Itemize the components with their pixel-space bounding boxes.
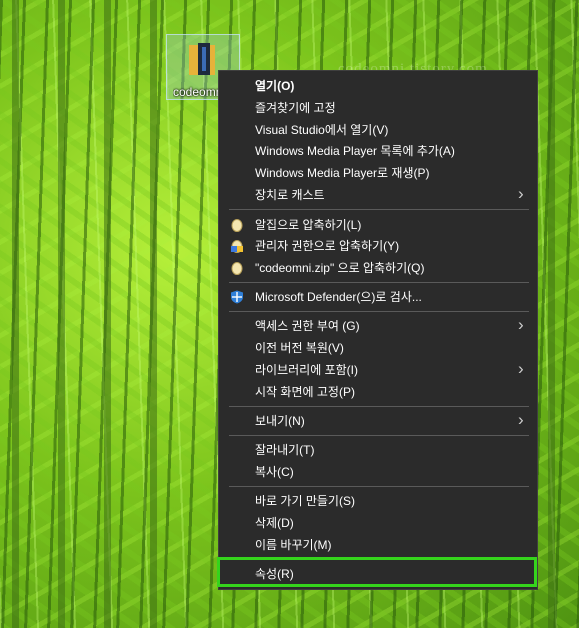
menu-item-label: 바로 가기 만들기(S) — [255, 494, 355, 508]
menu-item-label: Microsoft Defender(으)로 검사... — [255, 290, 422, 304]
chevron-right-icon: › — [518, 184, 524, 203]
menu-item-give-access[interactable]: 액세스 권한 부여 (G) › — [219, 315, 537, 337]
alzip-egg-icon — [231, 262, 243, 275]
menu-item-include-library[interactable]: 라이브러리에 포함(I) › — [219, 359, 537, 381]
bamboo-stalk — [548, 0, 555, 628]
bamboo-stalk — [150, 0, 157, 628]
menu-item-open-visual-studio[interactable]: Visual Studio에서 열기(V) — [219, 119, 537, 141]
menu-separator — [229, 406, 529, 407]
menu-item-cut[interactable]: 잘라내기(T) — [219, 439, 537, 461]
menu-item-label: 액세스 권한 부여 (G) — [255, 319, 360, 333]
menu-item-label: 시작 화면에 고정(P) — [255, 385, 355, 399]
chevron-right-icon: › — [518, 359, 524, 378]
menu-item-label: 복사(C) — [255, 465, 294, 479]
bamboo-stalk — [58, 0, 65, 628]
menu-item-label: 삭제(D) — [255, 516, 294, 530]
menu-item-label: 관리자 권한으로 압축하기(Y) — [255, 239, 400, 253]
defender-shield-icon — [231, 290, 243, 304]
menu-item-alzip-compress[interactable]: 알집으로 압축하기(L) — [219, 214, 537, 236]
menu-item-create-shortcut[interactable]: 바로 가기 만들기(S) — [219, 490, 537, 512]
alzip-admin-icon — [231, 240, 243, 253]
menu-item-label: 보내기(N) — [255, 414, 305, 428]
menu-item-defender-scan[interactable]: Microsoft Defender(으)로 검사... — [219, 286, 537, 308]
folder-zip-icon — [189, 43, 215, 75]
menu-item-restore-previous[interactable]: 이전 버전 복원(V) — [219, 337, 537, 359]
menu-item-label: 이전 버전 복원(V) — [255, 341, 344, 355]
menu-item-rename[interactable]: 이름 바꾸기(M) — [219, 534, 537, 556]
menu-item-cast-to-device[interactable]: 장치로 캐스트 › — [219, 184, 537, 206]
menu-separator — [229, 435, 529, 436]
menu-item-delete[interactable]: 삭제(D) — [219, 512, 537, 534]
menu-item-label: 알집으로 압축하기(L) — [255, 218, 362, 232]
menu-item-label: 이름 바꾸기(M) — [255, 538, 332, 552]
menu-item-label: "codeomni.zip" 으로 압축하기(Q) — [255, 261, 425, 275]
menu-separator — [229, 311, 529, 312]
menu-item-open[interactable]: 열기(O) — [219, 75, 537, 97]
chevron-right-icon: › — [518, 315, 524, 334]
menu-item-label: 라이브러리에 포함(I) — [255, 363, 358, 377]
menu-item-play-wmp[interactable]: Windows Media Player로 재생(P) — [219, 162, 537, 184]
context-menu: 열기(O) 즐겨찾기에 고정 Visual Studio에서 열기(V) Win… — [218, 70, 538, 590]
bamboo-stalk — [104, 0, 111, 628]
menu-item-send-to[interactable]: 보내기(N) › — [219, 410, 537, 432]
menu-item-label: 즐겨찾기에 고정 — [255, 101, 336, 115]
bamboo-stalk — [12, 0, 19, 628]
menu-item-pin-start[interactable]: 시작 화면에 고정(P) — [219, 381, 537, 403]
menu-item-label: Windows Media Player 목록에 추가(A) — [255, 144, 455, 158]
menu-item-compress-to-zip[interactable]: "codeomni.zip" 으로 압축하기(Q) — [219, 257, 537, 279]
menu-item-pin-favorites[interactable]: 즐겨찾기에 고정 — [219, 97, 537, 119]
menu-item-label: 장치로 캐스트 — [255, 188, 325, 202]
chevron-right-icon: › — [518, 410, 524, 429]
menu-separator — [229, 209, 529, 210]
menu-item-label: 열기(O) — [255, 79, 295, 93]
menu-item-admin-compress[interactable]: 관리자 권한으로 압축하기(Y) — [219, 235, 537, 257]
menu-item-label: 잘라내기(T) — [255, 443, 315, 457]
menu-item-label: Visual Studio에서 열기(V) — [255, 123, 389, 137]
menu-item-add-wmp-list[interactable]: Windows Media Player 목록에 추가(A) — [219, 140, 537, 162]
menu-separator — [229, 486, 529, 487]
menu-item-copy[interactable]: 복사(C) — [219, 461, 537, 483]
properties-highlight-box — [217, 557, 537, 587]
menu-separator — [229, 282, 529, 283]
alzip-egg-icon — [231, 219, 243, 232]
menu-item-label: Windows Media Player로 재생(P) — [255, 166, 430, 180]
